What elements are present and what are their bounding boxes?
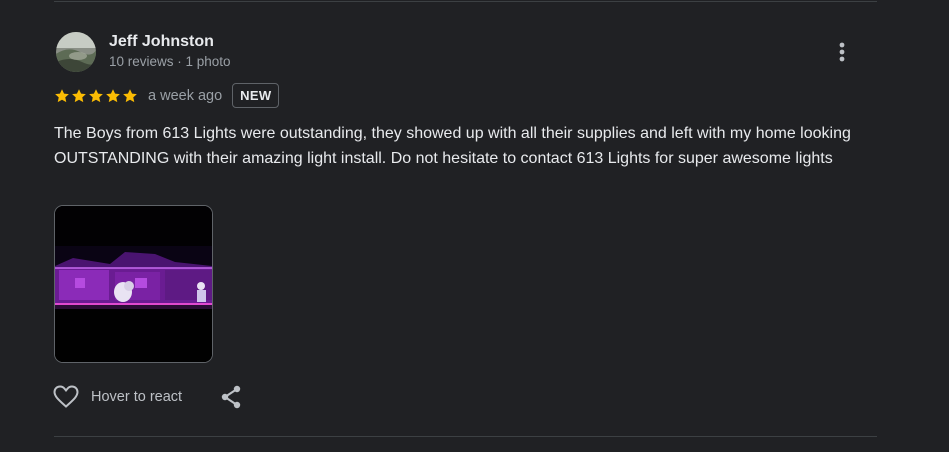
- star-icon: [123, 88, 137, 102]
- review-photo[interactable]: [54, 205, 213, 363]
- share-icon: [221, 385, 241, 409]
- share-button[interactable]: [220, 385, 242, 409]
- react-label: Hover to react: [91, 389, 183, 405]
- review-card: Jeff Johnston 10 reviews · 1 photo a wee…: [0, 0, 949, 452]
- rating-row: a week ago NEW: [54, 82, 280, 109]
- top-divider: [54, 1, 877, 2]
- bottom-divider: [54, 436, 877, 437]
- review-date: a week ago: [148, 87, 223, 104]
- heart-outline-icon: [53, 385, 79, 408]
- reviewer-name[interactable]: Jeff Johnston: [109, 33, 214, 51]
- react-button[interactable]: Hover to react: [53, 385, 182, 409]
- more-vertical-icon: [839, 42, 845, 62]
- star-icon: [89, 88, 103, 102]
- house-lights-photo: [55, 206, 212, 362]
- actions-row: Hover to react: [53, 383, 242, 411]
- star-icon: [55, 88, 69, 102]
- star-rating: [54, 88, 138, 104]
- more-options-button[interactable]: [828, 38, 856, 66]
- new-badge: NEW: [232, 83, 280, 108]
- avatar[interactable]: [56, 32, 96, 72]
- reviewer-meta: 10 reviews · 1 photo: [109, 54, 231, 69]
- star-icon: [72, 88, 86, 102]
- review-text: The Boys from 613 Lights were outstandin…: [54, 125, 851, 167]
- star-icon: [106, 88, 120, 102]
